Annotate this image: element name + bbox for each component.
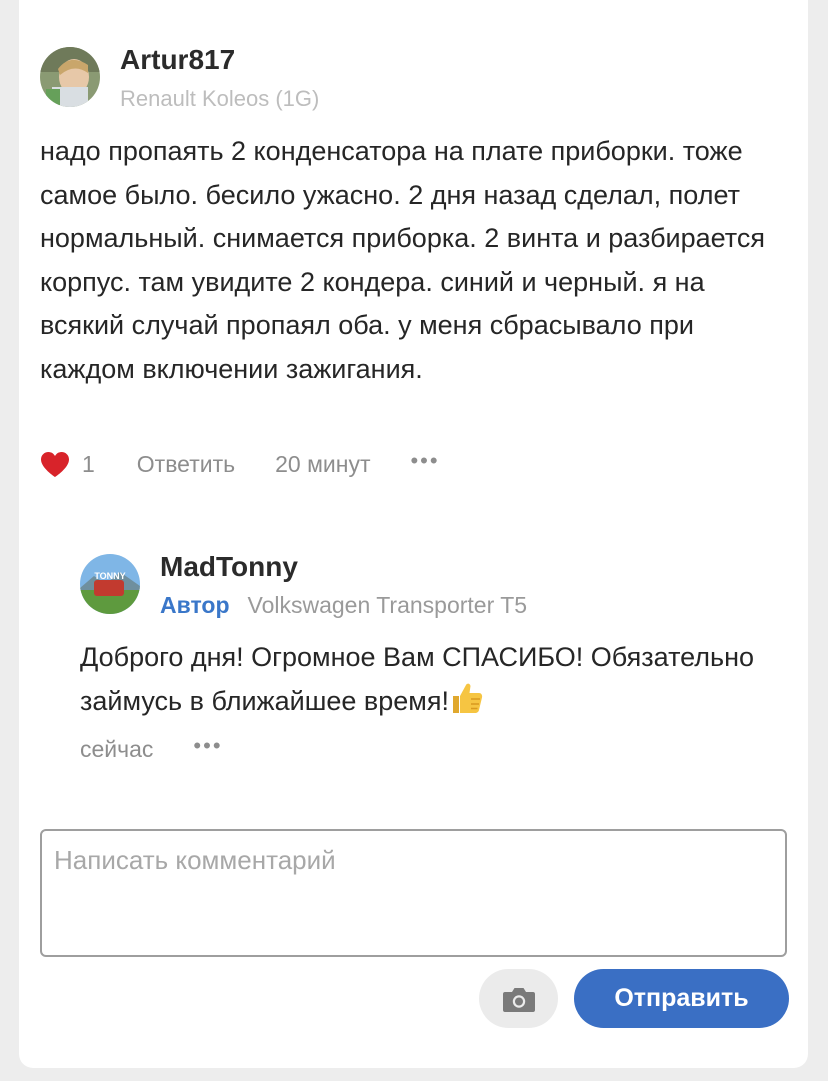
username[interactable]: MadTonny bbox=[160, 551, 298, 583]
camera-icon bbox=[502, 987, 535, 1012]
user-car[interactable]: Volkswagen Transporter T5 bbox=[248, 592, 528, 618]
svg-text:TONNY: TONNY bbox=[94, 571, 125, 581]
avatar[interactable]: TONNY bbox=[80, 554, 140, 614]
send-button[interactable]: Отправить bbox=[574, 969, 789, 1028]
comment-text: Доброго дня! Огромное Вам СПАСИБО! Обяза… bbox=[80, 636, 780, 723]
comment-madtonny: TONNY MadTonny Автор Volkswagen Transport… bbox=[19, 0, 808, 780]
comment-time: сейчас bbox=[80, 736, 154, 762]
attach-photo-button[interactable] bbox=[479, 969, 558, 1028]
thumbs-up-icon bbox=[452, 683, 483, 713]
comment-input[interactable] bbox=[42, 831, 785, 955]
comment-actions: сейчас ••• bbox=[80, 733, 223, 763]
comments-card: Artur817 Renault Koleos (1G) надо пропая… bbox=[19, 0, 808, 1068]
more-options-icon[interactable]: ••• bbox=[193, 733, 222, 759]
comment-text-body: Доброго дня! Огромное Вам СПАСИБО! Обяза… bbox=[80, 642, 755, 716]
author-badge: Автор bbox=[160, 592, 230, 618]
user-meta: Автор Volkswagen Transporter T5 bbox=[160, 592, 527, 619]
comment-input-box bbox=[40, 829, 787, 957]
